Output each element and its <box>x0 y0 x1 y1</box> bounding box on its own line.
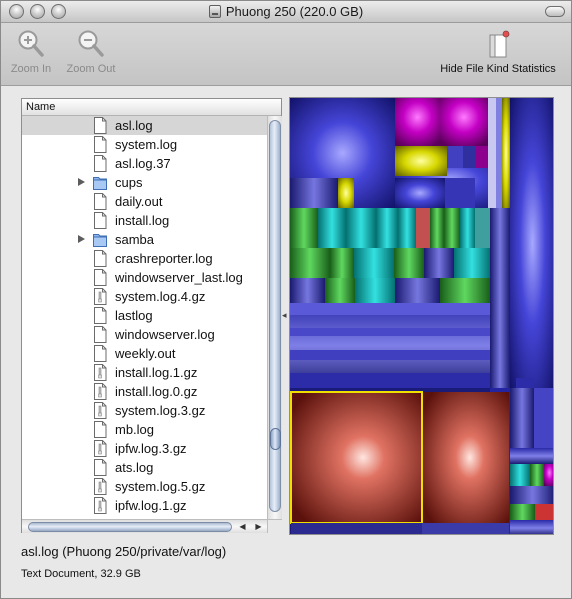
disk-usage-treemap[interactable] <box>289 97 554 535</box>
archive-icon <box>94 497 107 514</box>
file-list-row-label: install.log.0.gz <box>115 384 198 399</box>
file-list-row[interactable]: cups <box>22 173 267 192</box>
archive-icon <box>94 288 107 305</box>
document-icon <box>94 345 107 362</box>
document-icon <box>94 117 107 134</box>
archive-icon <box>94 440 107 457</box>
zoom-in-label: Zoom In <box>10 63 52 75</box>
hide-file-kind-statistics-button[interactable]: Hide File Kind Statistics <box>433 29 563 75</box>
split-view-divider-handle[interactable]: ◂ <box>282 311 288 320</box>
file-list-row[interactable]: mb.log <box>22 420 267 439</box>
file-list-row[interactable]: system.log.3.gz <box>22 401 267 420</box>
horizontal-scrollbar[interactable]: ◀ ▶ <box>22 519 267 533</box>
file-list-row[interactable]: ipfw.log.1.gz <box>22 496 267 515</box>
zoom-out-button[interactable]: Zoom Out <box>61 29 121 75</box>
file-list-row[interactable]: windowserver_last.log <box>22 268 267 287</box>
scroll-right-arrow-icon[interactable]: ▶ <box>252 521 265 533</box>
folder-icon <box>93 177 107 190</box>
hide-file-kind-statistics-label: Hide File Kind Statistics <box>440 63 556 75</box>
file-list-row-label: windowserver_last.log <box>115 270 243 285</box>
file-list: asl.log system.log asl.log.37 cups daily.out… <box>22 116 267 519</box>
scroll-left-arrow-icon[interactable]: ◀ <box>236 521 249 533</box>
window-title-area: Phuong 250 (220.0 GB) <box>1 4 571 19</box>
document-icon <box>94 326 107 343</box>
document-icon <box>94 193 107 210</box>
vertical-scrollbar-track <box>269 120 281 512</box>
file-list-row[interactable]: samba <box>22 230 267 249</box>
file-list-row[interactable]: weekly.out <box>22 344 267 363</box>
file-list-row-label: crashreporter.log <box>115 251 213 266</box>
name-column-header[interactable]: Name <box>22 99 281 116</box>
scrollbar-corner <box>267 519 282 533</box>
document-icon <box>94 136 107 153</box>
file-list-row-label: weekly.out <box>115 346 176 361</box>
archive-icon <box>94 364 107 381</box>
file-list-row[interactable]: system.log.5.gz <box>22 477 267 496</box>
selected-item-kind-size: Text Document, 32.9 GB <box>21 568 141 580</box>
file-list-row[interactable]: install.log.1.gz <box>22 363 267 382</box>
file-list-row-label: asl.log <box>115 118 153 133</box>
disclosure-triangle-icon[interactable] <box>78 178 85 186</box>
zoom-out-icon <box>78 30 104 57</box>
file-list-row[interactable]: system.log <box>22 135 267 154</box>
app-window: Phuong 250 (220.0 GB) Zoom In Zoom Out H… <box>0 0 572 599</box>
vertical-scrollbar-thumb[interactable] <box>270 428 281 450</box>
file-list-row[interactable]: install.log <box>22 211 267 230</box>
file-list-row-label: install.log.1.gz <box>115 365 198 380</box>
zoom-in-button[interactable]: Zoom In <box>7 29 55 75</box>
document-icon <box>94 307 107 324</box>
archive-icon <box>94 402 107 419</box>
file-list-row[interactable]: daily.out <box>22 192 267 211</box>
file-list-row-label: mb.log <box>115 422 155 437</box>
document-icon <box>94 250 107 267</box>
file-list-row-label: ipfw.log.3.gz <box>115 441 187 456</box>
statistics-drawer-icon <box>489 30 510 58</box>
file-list-row-label: system.log.4.gz <box>115 289 206 304</box>
file-list-row-label: cups <box>115 175 143 190</box>
hard-disk-icon <box>208 5 221 18</box>
file-list-row[interactable]: asl.log.37 <box>22 154 267 173</box>
file-list-row-label: install.log <box>115 213 170 228</box>
file-list-row-label: windowserver.log <box>115 327 215 342</box>
file-list-pane: Name asl.log system.log asl.log.37 cups dail… <box>21 98 282 533</box>
toolbar: Zoom In Zoom Out Hide File Kind Statisti… <box>1 23 571 86</box>
treemap-canvas <box>290 98 553 534</box>
file-list-row[interactable]: asl.log <box>22 116 267 135</box>
file-list-row-label: system.log.5.gz <box>115 479 206 494</box>
file-list-row[interactable]: install.log.0.gz <box>22 382 267 401</box>
selected-item-path: asl.log (Phuong 250/private/var/log) <box>21 544 227 559</box>
file-list-row[interactable]: ipfw.log.3.gz <box>22 439 267 458</box>
file-list-row-label: system.log <box>115 137 178 152</box>
folder-icon <box>93 234 107 247</box>
file-list-row[interactable]: lastlog <box>22 306 267 325</box>
file-list-row[interactable]: crashreporter.log <box>22 249 267 268</box>
file-list-row-label: ipfw.log.1.gz <box>115 498 187 513</box>
toolbar-toggle-button[interactable] <box>545 6 565 17</box>
document-icon <box>94 421 107 438</box>
file-list-row[interactable]: ats.log <box>22 458 267 477</box>
document-icon <box>94 459 107 476</box>
zoom-in-icon <box>18 30 44 57</box>
horizontal-scrollbar-thumb[interactable] <box>28 522 232 532</box>
vertical-scrollbar[interactable] <box>267 116 282 519</box>
file-list-row[interactable]: windowserver.log <box>22 325 267 344</box>
file-list-row[interactable]: system.log.4.gz <box>22 287 267 306</box>
title-bar: Phuong 250 (220.0 GB) <box>1 1 571 23</box>
archive-icon <box>94 478 107 495</box>
archive-icon <box>94 383 107 400</box>
zoom-out-label: Zoom Out <box>66 63 116 75</box>
document-icon <box>94 269 107 286</box>
file-list-row-label: daily.out <box>115 194 163 209</box>
disclosure-triangle-icon[interactable] <box>78 235 85 243</box>
document-icon <box>94 212 107 229</box>
file-list-row-label: lastlog <box>115 308 153 323</box>
file-list-row-label: asl.log.37 <box>115 156 171 171</box>
file-list-row-label: samba <box>115 232 155 247</box>
window-title: Phuong 250 (220.0 GB) <box>225 4 364 19</box>
file-list-row-label: system.log.3.gz <box>115 403 206 418</box>
file-list-row-label: ats.log <box>115 460 154 475</box>
document-icon <box>94 155 107 172</box>
